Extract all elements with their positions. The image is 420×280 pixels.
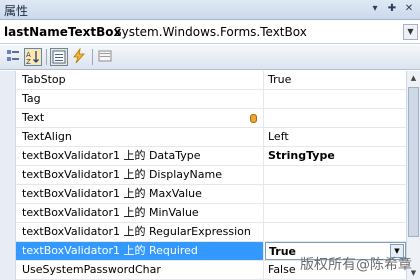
property-row[interactable]: Text — [16, 109, 406, 128]
auto-hide-pin-icon[interactable]: ✚ — [385, 2, 399, 16]
property-name: textBoxValidator1 上的 RegularExpression — [16, 223, 264, 241]
panel-title: 属性 — [4, 4, 29, 18]
panel-titlebar: 属性 ▾ ✚ ✕ — [0, 0, 420, 20]
object-type: System.Windows.Forms.TextBox — [114, 25, 307, 39]
property-value: True — [269, 245, 297, 258]
object-name: lastNameTextBox — [4, 25, 122, 39]
property-name: textBoxValidator1 上的 DataType — [16, 147, 264, 165]
property-row[interactable]: textBoxValidator1 上的 MaxValue — [16, 185, 406, 204]
vertical-scrollbar[interactable]: ▲ ▼ — [406, 71, 420, 280]
property-name: TextAlign — [16, 128, 264, 146]
window-position-icon[interactable]: ▾ — [368, 2, 382, 16]
scrollbar-thumb[interactable] — [408, 87, 419, 237]
property-value[interactable] — [265, 223, 406, 241]
property-value[interactable] — [265, 166, 406, 184]
property-row[interactable]: textBoxValidator1 上的 DisplayName — [16, 166, 406, 185]
watermark: 版权所有@陈希章 — [300, 257, 412, 273]
property-grid: TabStop True Tag Text TextAlign Left tex… — [0, 71, 420, 280]
events-icon[interactable] — [70, 47, 88, 66]
property-value[interactable] — [265, 109, 406, 127]
alphabetical-icon[interactable]: AZ — [24, 48, 42, 66]
object-selector[interactable]: lastNameTextBox System.Windows.Forms.Tex… — [0, 21, 420, 44]
toolbar-separator — [46, 49, 47, 65]
properties-icon[interactable] — [50, 48, 68, 66]
properties-toolbar: AZ — [0, 45, 420, 70]
property-name: textBoxValidator1 上的 MinValue — [16, 204, 264, 222]
property-value[interactable] — [265, 204, 406, 222]
property-name: Tag — [16, 90, 264, 108]
property-row[interactable]: textBoxValidator1 上的 DataType StringType — [16, 147, 406, 166]
database-icon — [250, 114, 257, 123]
property-row[interactable]: TextAlign Left — [16, 128, 406, 147]
property-value[interactable]: StringType — [265, 147, 406, 165]
property-row[interactable]: textBoxValidator1 上的 MinValue — [16, 204, 406, 223]
property-name: TabStop — [16, 71, 264, 89]
property-value[interactable]: Left — [265, 128, 406, 146]
property-name: textBoxValidator1 上的 DisplayName — [16, 166, 264, 184]
chevron-down-icon[interactable]: ▼ — [403, 24, 418, 40]
property-row[interactable]: textBoxValidator1 上的 RegularExpression — [16, 223, 406, 242]
grid-gutter — [0, 71, 16, 280]
property-value[interactable]: True — [265, 71, 406, 89]
scroll-up-icon[interactable]: ▲ — [407, 71, 420, 85]
property-name: textBoxValidator1 上的 MaxValue — [16, 185, 264, 203]
property-value[interactable] — [265, 90, 406, 108]
toolbar-separator — [92, 49, 93, 65]
close-icon[interactable]: ✕ — [402, 2, 416, 16]
property-name: Text — [16, 109, 264, 127]
property-value[interactable] — [265, 185, 406, 203]
property-row[interactable]: TabStop True — [16, 71, 406, 90]
property-pages-icon[interactable] — [96, 48, 114, 66]
property-name: textBoxValidator1 上的 Required — [16, 242, 264, 260]
svg-text:Z: Z — [26, 58, 31, 65]
property-row[interactable]: Tag — [16, 90, 406, 109]
categorized-icon[interactable] — [4, 48, 22, 66]
property-name: UseSystemPasswordChar — [16, 261, 264, 279]
